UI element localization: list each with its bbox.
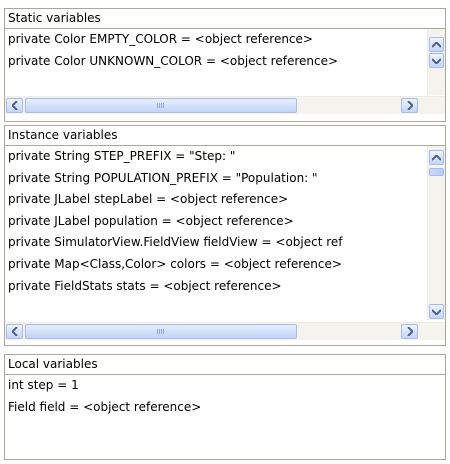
local-variables-header: Local variables	[5, 355, 445, 375]
scroll-left-button[interactable]	[6, 324, 23, 339]
instance-variables-list[interactable]: private String STEP_PREFIX = "Step: " pr…	[5, 146, 427, 326]
scroll-left-button[interactable]	[6, 98, 23, 113]
scroll-up-button[interactable]	[429, 150, 444, 165]
horizontal-scroll-thumb[interactable]	[25, 98, 297, 113]
vertical-scroll-thumb[interactable]	[429, 168, 444, 176]
static-variables-list[interactable]: private Color EMPTY_COLOR = <object refe…	[5, 29, 427, 85]
static-variables-pane: Static variables private Color EMPTY_COL…	[4, 8, 446, 122]
scroll-right-button[interactable]	[401, 98, 418, 113]
list-item[interactable]: Field field = <object reference>	[5, 397, 445, 419]
list-item[interactable]: private Color EMPTY_COLOR = <object refe…	[5, 29, 427, 51]
list-item[interactable]: private SimulatorView.FieldView fieldVie…	[5, 232, 427, 254]
instance-horizontal-scrollbar[interactable]	[5, 322, 445, 340]
list-item[interactable]: private JLabel population = <object refe…	[5, 211, 427, 233]
instance-variables-header: Instance variables	[5, 126, 445, 146]
arrow-up-icon	[432, 154, 441, 161]
scroll-up-button[interactable]	[429, 37, 444, 52]
list-item[interactable]: private String STEP_PREFIX = "Step: "	[5, 146, 427, 168]
arrow-down-icon	[432, 57, 441, 64]
scroll-down-button[interactable]	[429, 53, 444, 68]
static-variables-header: Static variables	[5, 9, 445, 29]
list-item[interactable]: private FieldStats stats = <object refer…	[5, 276, 427, 298]
list-item[interactable]: private Color UNKNOWN_COLOR = <object re…	[5, 51, 427, 73]
instance-variables-pane: Instance variables private String STEP_P…	[4, 125, 446, 346]
list-item[interactable]: private Map<Class,Color> colors = <objec…	[5, 254, 427, 276]
scroll-down-button[interactable]	[429, 304, 444, 319]
arrow-left-icon	[11, 101, 18, 110]
arrow-right-icon	[406, 101, 413, 110]
scroll-right-button[interactable]	[401, 324, 418, 339]
arrow-down-icon	[432, 308, 441, 315]
list-item[interactable]: private JLabel stepLabel = <object refer…	[5, 189, 427, 211]
arrow-up-icon	[432, 41, 441, 48]
horizontal-scroll-thumb[interactable]	[25, 324, 297, 339]
static-horizontal-scrollbar[interactable]	[5, 96, 445, 114]
instance-vertical-scrollbar[interactable]	[427, 146, 445, 320]
local-variables-list[interactable]: int step = 1 Field field = <object refer…	[5, 375, 445, 455]
grip-icon	[157, 329, 165, 334]
list-item[interactable]: int step = 1	[5, 375, 445, 397]
static-vertical-scrollbar[interactable]	[427, 29, 445, 95]
grip-icon	[157, 103, 165, 108]
arrow-right-icon	[406, 327, 413, 336]
local-variables-pane: Local variables int step = 1 Field field…	[4, 354, 446, 460]
list-item[interactable]: private String POPULATION_PREFIX = "Popu…	[5, 168, 427, 190]
arrow-left-icon	[11, 327, 18, 336]
